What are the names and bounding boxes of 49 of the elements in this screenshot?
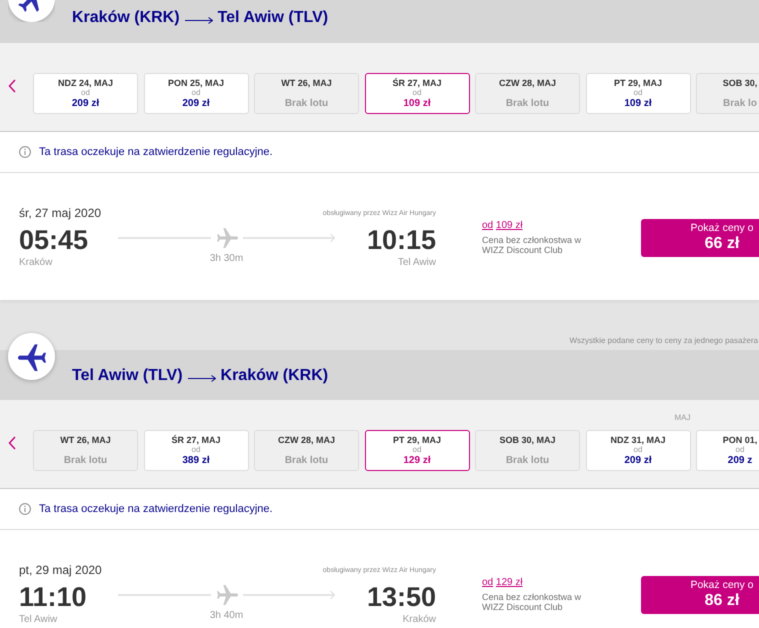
- arrival-time: 10:15: [366, 226, 436, 254]
- notice-text: Ta trasa oczekuje na zatwierdzenie regulacyjne.: [39, 503, 273, 515]
- plane-icon: [216, 228, 238, 248]
- arrow-right-icon: [184, 17, 213, 24]
- price-note: Wszystkie podane ceny to ceny za jednego pasażera: [569, 336, 758, 345]
- info-icon: [19, 503, 31, 515]
- date-tab[interactable]: CZW 28, MAJ Brak lotu: [254, 430, 359, 471]
- duration-text: 3h 30m: [210, 253, 244, 265]
- date-tab[interactable]: ŚR 27, MAJ od 109 zł: [364, 73, 470, 114]
- chevron-left-icon[interactable]: [8, 79, 16, 93]
- duration-text: 3h 40m: [210, 610, 244, 622]
- arrival-time: 13:50: [366, 583, 436, 611]
- flight-date: śr, 27 maj 2020: [19, 206, 102, 220]
- date-tab[interactable]: ŚR 27, MAJ od 389 zł: [144, 430, 248, 471]
- departure-city: Kraków: [19, 257, 52, 268]
- origin-title: Tel Awiw (TLV): [72, 366, 183, 386]
- chevron-left-icon[interactable]: [8, 436, 16, 450]
- fare-link[interactable]: od 129 zł: [482, 577, 523, 589]
- notice-text: Ta trasa oczekuje na zatwierdzenie regulacyjne.: [39, 146, 273, 158]
- destination-title: Tel Awiw (TLV): [218, 8, 328, 28]
- show-prices-button[interactable]: Pokaż ceny o 86 zł: [641, 576, 759, 614]
- arrow-right-icon: [188, 375, 216, 382]
- date-tab[interactable]: PT 29, MAJ od 129 zł: [364, 430, 470, 471]
- date-tab[interactable]: PON 01, od 209 z: [696, 430, 759, 471]
- date-tab[interactable]: NDZ 24, MAJ od 209 zł: [33, 73, 138, 114]
- show-prices-button[interactable]: Pokaż ceny o 66 zł: [641, 219, 759, 257]
- arrival-city: Kraków: [402, 614, 436, 625]
- fare-note: Cena bez członkostwa w WIZZ Discount Club: [482, 235, 582, 255]
- date-tab[interactable]: PT 29, MAJ od 109 zł: [586, 73, 690, 114]
- fare-note: Cena bez członkostwa w WIZZ Discount Club: [482, 592, 582, 612]
- flight-date: pt, 29 maj 2020: [19, 563, 102, 577]
- plane-badge-icon: [8, 333, 55, 380]
- date-tab[interactable]: CZW 28, MAJ Brak lotu: [475, 73, 580, 114]
- fare-link[interactable]: od 109 zł: [482, 220, 523, 232]
- date-tab[interactable]: PON 25, MAJ od 209 zł: [144, 73, 248, 114]
- month-label: MAJ: [674, 412, 690, 422]
- date-tab[interactable]: SOB 30, MAJ Brak lotu: [475, 430, 580, 471]
- date-tab[interactable]: WT 26, MAJ Brak lotu: [33, 430, 138, 471]
- departure-time: 11:10: [19, 583, 87, 611]
- origin-title: Kraków (KRK): [72, 8, 180, 28]
- date-tab[interactable]: NDZ 31, MAJ od 209 zł: [586, 430, 690, 471]
- departure-city: Tel Awiw: [19, 614, 58, 625]
- arrival-city: Tel Awiw: [398, 257, 436, 268]
- date-tab[interactable]: SOB 30, Brak lo: [696, 73, 759, 114]
- destination-title: Kraków (KRK): [220, 366, 328, 386]
- departure-time: 05:45: [19, 226, 88, 254]
- info-icon: [19, 146, 31, 158]
- plane-icon: [216, 584, 238, 606]
- date-tab[interactable]: WT 26, MAJ Brak lotu: [254, 73, 359, 114]
